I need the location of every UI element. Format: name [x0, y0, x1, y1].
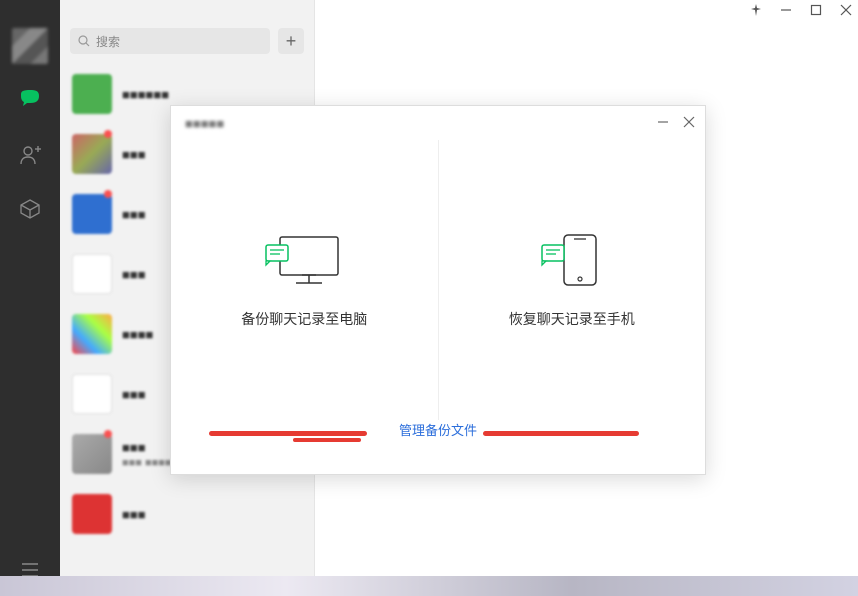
backup-label: 备份聊天记录至电脑 — [241, 309, 367, 329]
dialog-header: ■■■■■ — [171, 106, 705, 140]
red-underline-annotation — [483, 431, 639, 436]
search-row: 搜索 + — [60, 0, 314, 64]
restore-to-phone-option[interactable]: 恢复聊天记录至手机 — [438, 140, 706, 420]
restore-label: 恢复聊天记录至手机 — [509, 309, 635, 329]
backup-dialog: ■■■■■ 备份聊天记录至电脑 — [170, 105, 706, 475]
chat-avatar-icon — [72, 494, 112, 534]
collections-tab-icon[interactable] — [17, 196, 43, 222]
chat-avatar-icon — [72, 314, 112, 354]
search-input[interactable]: 搜索 — [70, 28, 270, 54]
contacts-tab-icon[interactable] — [17, 142, 43, 168]
computer-icon — [262, 231, 346, 291]
chat-avatar-icon — [72, 134, 112, 174]
new-chat-button[interactable]: + — [278, 28, 304, 54]
search-icon — [78, 35, 90, 47]
backup-to-computer-option[interactable]: 备份聊天记录至电脑 — [171, 140, 438, 420]
unread-badge — [104, 430, 112, 438]
unread-badge — [104, 130, 112, 138]
manage-backup-link[interactable]: 管理备份文件 — [399, 423, 477, 438]
bottom-strip — [0, 576, 858, 596]
chat-avatar-icon — [72, 194, 112, 234]
maximize-button[interactable] — [810, 4, 822, 19]
left-nav — [0, 0, 60, 596]
chat-avatar-icon — [72, 434, 112, 474]
dialog-title: ■■■■■ — [185, 116, 224, 131]
user-avatar[interactable] — [12, 28, 48, 64]
dialog-footer: 管理备份文件 — [171, 420, 705, 439]
pin-button[interactable] — [750, 4, 762, 19]
chat-avatar-icon — [72, 374, 112, 414]
dialog-close-button[interactable] — [683, 116, 695, 131]
chat-name: ■■■■■■ — [122, 87, 302, 102]
minimize-button[interactable] — [780, 4, 792, 19]
red-underline-annotation — [209, 431, 367, 436]
close-button[interactable] — [840, 4, 852, 19]
chat-avatar-icon — [72, 254, 112, 294]
red-underline-annotation — [293, 438, 361, 442]
window-controls — [750, 4, 852, 19]
search-placeholder: 搜索 — [96, 33, 120, 50]
chat-tab-icon[interactable] — [17, 88, 43, 114]
chat-avatar-icon — [72, 74, 112, 114]
chat-name: ■■■ — [122, 507, 302, 522]
chat-item[interactable]: ■■■ — [60, 484, 314, 544]
dialog-minimize-button[interactable] — [657, 116, 669, 131]
phone-icon — [536, 231, 608, 291]
unread-badge — [104, 190, 112, 198]
